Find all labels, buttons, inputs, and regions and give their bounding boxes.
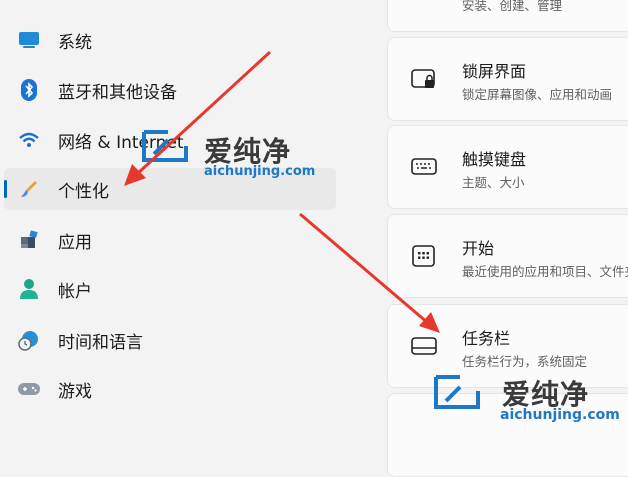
arrow-to-taskbar xyxy=(299,212,440,333)
arrow-to-personalization xyxy=(124,50,272,186)
annotation-arrows xyxy=(124,50,440,333)
